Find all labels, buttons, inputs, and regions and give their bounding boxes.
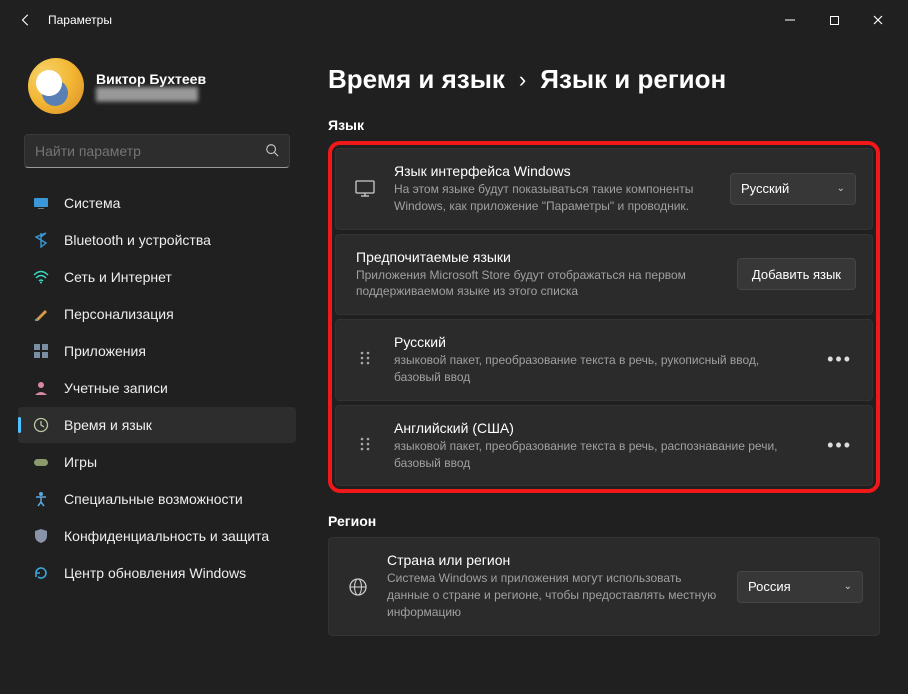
sidebar-item-label: Конфиденциальность и защита xyxy=(64,528,269,544)
sidebar-item-label: Приложения xyxy=(64,343,146,359)
sidebar-item-accessibility[interactable]: Специальные возможности xyxy=(18,481,296,517)
brush-icon xyxy=(32,305,50,323)
sidebar-item-label: Bluetooth и устройства xyxy=(64,232,211,248)
country-region-card: Страна или регион Система Windows и прил… xyxy=(328,537,880,635)
sidebar-item-label: Сеть и Интернет xyxy=(64,269,172,285)
sidebar-item-windows-update[interactable]: Центр обновления Windows xyxy=(18,555,296,591)
drag-handle-icon[interactable] xyxy=(352,350,378,369)
window-buttons xyxy=(768,4,900,36)
preferred-languages-title: Предпочитаемые языки xyxy=(356,249,721,265)
monitor-icon xyxy=(352,180,378,198)
country-region-desc: Система Windows и приложения могут испол… xyxy=(387,570,721,620)
wifi-icon xyxy=(32,268,50,286)
avatar xyxy=(28,58,84,114)
apps-icon xyxy=(32,342,50,360)
breadcrumb-parent[interactable]: Время и язык xyxy=(328,64,505,95)
search-input[interactable] xyxy=(35,143,265,159)
display-language-desc: На этом языке будут показываться такие к… xyxy=(394,181,714,215)
sidebar-item-label: Специальные возможности xyxy=(64,491,243,507)
country-region-dropdown[interactable]: Россия ⌄ xyxy=(737,571,863,603)
globe-icon xyxy=(345,577,371,597)
sidebar-item-gaming[interactable]: Игры xyxy=(18,444,296,480)
chevron-down-icon: ⌄ xyxy=(844,581,852,592)
sidebar-item-time-language[interactable]: Время и язык xyxy=(18,407,296,443)
main-content: Время и язык › Язык и регион Язык Язык и… xyxy=(310,40,908,694)
close-button[interactable] xyxy=(856,4,900,36)
back-button[interactable] xyxy=(8,2,44,38)
system-icon xyxy=(32,194,50,212)
chevron-down-icon: ⌄ xyxy=(837,183,845,194)
drag-handle-icon[interactable] xyxy=(352,436,378,455)
user-block[interactable]: Виктор Бухтеев ████████████ xyxy=(8,48,306,130)
gamepad-icon xyxy=(32,453,50,471)
language-features: языковой пакет, преобразование текста в … xyxy=(394,352,807,386)
preferred-languages-card: Предпочитаемые языки Приложения Microsof… xyxy=(335,234,873,316)
sidebar: Виктор Бухтеев ████████████ Система Blue… xyxy=(0,40,310,694)
sidebar-item-label: Время и язык xyxy=(64,417,152,433)
country-region-title: Страна или регион xyxy=(387,552,721,568)
language-features: языковой пакет, преобразование текста в … xyxy=(394,438,807,472)
maximize-button[interactable] xyxy=(812,4,856,36)
shield-icon xyxy=(32,527,50,545)
sidebar-item-label: Игры xyxy=(64,454,97,470)
sidebar-item-label: Персонализация xyxy=(64,306,174,322)
search-box[interactable] xyxy=(24,134,290,168)
accounts-icon xyxy=(32,379,50,397)
sidebar-item-label: Система xyxy=(64,195,120,211)
section-region-label: Регион xyxy=(328,513,880,529)
more-options-button[interactable]: ••• xyxy=(823,349,856,370)
country-region-value: Россия xyxy=(748,579,791,594)
sidebar-item-bluetooth[interactable]: Bluetooth и устройства xyxy=(18,222,296,258)
minimize-button[interactable] xyxy=(768,4,812,36)
search-icon xyxy=(265,143,279,160)
preferred-languages-desc: Приложения Microsoft Store будут отображ… xyxy=(356,267,721,301)
window-title: Параметры xyxy=(48,13,112,27)
chevron-right-icon: › xyxy=(519,67,526,93)
language-item-english-us[interactable]: Английский (США) языковой пакет, преобра… xyxy=(335,405,873,487)
add-language-button[interactable]: Добавить язык xyxy=(737,258,856,290)
accessibility-icon xyxy=(32,490,50,508)
display-language-title: Язык интерфейса Windows xyxy=(394,163,714,179)
sidebar-item-privacy[interactable]: Конфиденциальность и защита xyxy=(18,518,296,554)
sidebar-item-accounts[interactable]: Учетные записи xyxy=(18,370,296,406)
language-item-russian[interactable]: Русский языковой пакет, преобразование т… xyxy=(335,319,873,401)
clock-globe-icon xyxy=(32,416,50,434)
display-language-dropdown[interactable]: Русский ⌄ xyxy=(730,173,856,205)
bluetooth-icon xyxy=(32,231,50,249)
titlebar: Параметры xyxy=(0,0,908,40)
more-options-button[interactable]: ••• xyxy=(823,435,856,456)
user-name: Виктор Бухтеев xyxy=(96,71,206,87)
sidebar-item-label: Учетные записи xyxy=(64,380,168,396)
user-email: ████████████ xyxy=(96,87,206,101)
section-language-label: Язык xyxy=(328,117,880,133)
sidebar-item-apps[interactable]: Приложения xyxy=(18,333,296,369)
sidebar-item-personalization[interactable]: Персонализация xyxy=(18,296,296,332)
language-name: Английский (США) xyxy=(394,420,807,436)
breadcrumb-current: Язык и регион xyxy=(540,64,726,95)
breadcrumb: Время и язык › Язык и регион xyxy=(328,64,880,95)
language-group-highlight: Язык интерфейса Windows На этом языке бу… xyxy=(328,141,880,493)
update-icon xyxy=(32,564,50,582)
sidebar-item-label: Центр обновления Windows xyxy=(64,565,246,581)
settings-window: Параметры Виктор Бухтеев ████████████ xyxy=(0,0,908,694)
sidebar-item-system[interactable]: Система xyxy=(18,185,296,221)
nav-list: Система Bluetooth и устройства Сеть и Ин… xyxy=(8,180,306,596)
display-language-value: Русский xyxy=(741,181,789,196)
language-name: Русский xyxy=(394,334,807,350)
sidebar-item-network[interactable]: Сеть и Интернет xyxy=(18,259,296,295)
display-language-card: Язык интерфейса Windows На этом языке бу… xyxy=(335,148,873,230)
